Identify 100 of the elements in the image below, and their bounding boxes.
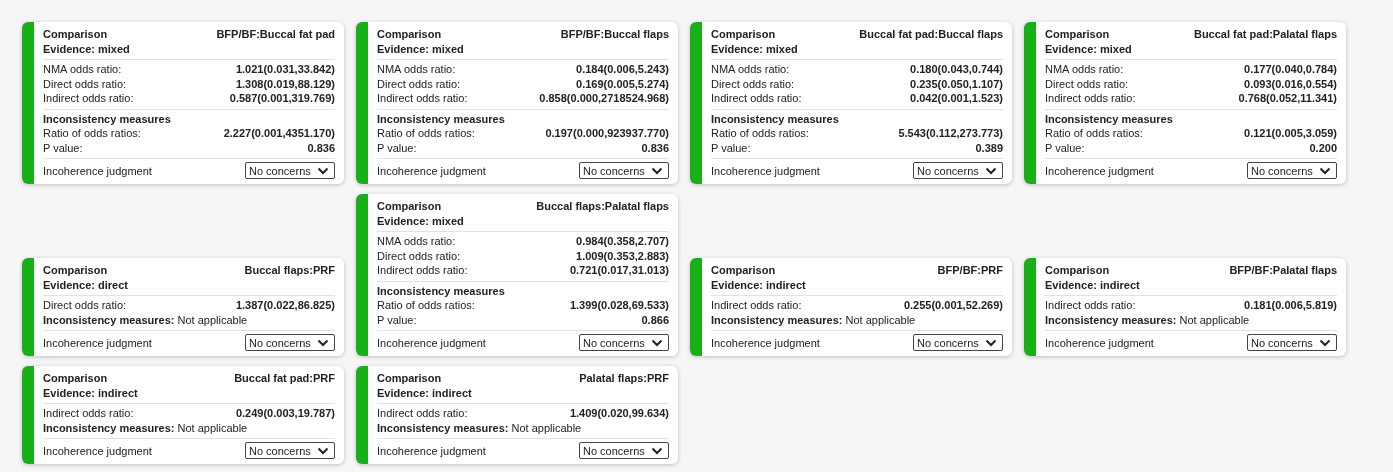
estimate-value: 0.235(0.050,1.107) [910, 76, 1003, 91]
judgment-dropdown[interactable]: No concerns [579, 442, 669, 459]
section-title: Inconsistency measures [1045, 111, 1173, 126]
inconsistency-note: Inconsistency measures: Not applicable [43, 312, 248, 327]
evidence-type: Evidence: mixed [377, 213, 464, 228]
card-heading: Comparison [377, 371, 442, 386]
chevron-down-icon [651, 166, 663, 175]
estimate-label: NMA odds ratio: [711, 62, 790, 77]
comparison-name: Buccal fat pad:PRF [234, 371, 335, 386]
judgment-dropdown[interactable]: No concerns [245, 334, 335, 351]
comparison-name: BFP/BF:Buccal fat pad [216, 27, 335, 42]
card-heading: Comparison [43, 263, 108, 278]
evidence-type: Evidence: indirect [43, 385, 138, 400]
comparison-name: BFP/BF:Buccal flaps [560, 27, 669, 42]
estimate-value: 0.181(0.006,5.819) [1244, 298, 1337, 313]
measure-label: Ratio of odds ratios: [377, 298, 475, 313]
judgment-dropdown[interactable]: No concerns [1247, 334, 1337, 351]
card-heading: Comparison [711, 263, 776, 278]
card-heading: Comparison [43, 27, 108, 42]
estimate-value: 0.721(0.017,31.013) [569, 263, 669, 278]
comparison-name: Buccal fat pad:Buccal flaps [859, 27, 1003, 42]
judgment-dropdown[interactable]: No concerns [1247, 162, 1337, 179]
judgment-label: Incoherence judgment [711, 164, 820, 177]
estimate-label: Indirect odds ratio: [377, 91, 468, 106]
chevron-down-icon [317, 338, 329, 347]
estimate-label: Indirect odds ratio: [711, 91, 802, 106]
measure-label: P value: [377, 140, 417, 155]
evidence-type: Evidence: indirect [377, 385, 472, 400]
estimate-value: 0.984(0.358,2.707) [576, 234, 669, 249]
section-title: Inconsistency measures [377, 283, 505, 298]
estimate-label: Direct odds ratio: [377, 76, 461, 91]
estimate-label: Indirect odds ratio: [1045, 298, 1136, 313]
judgment-label: Incoherence judgment [43, 336, 152, 349]
card-heading: Comparison [43, 371, 108, 386]
estimate-label: Direct odds ratio: [43, 76, 127, 91]
measure-value: 0.200 [1309, 140, 1337, 155]
judgment-label: Incoherence judgment [43, 444, 152, 457]
estimate-label: Direct odds ratio: [377, 248, 461, 263]
measure-label: Ratio of odds ratios: [1045, 126, 1143, 141]
judgment-dropdown[interactable]: No concerns [245, 162, 335, 179]
judgment-dropdown[interactable]: No concerns [913, 162, 1003, 179]
comparison-name: BFP/BF:PRF [937, 263, 1003, 278]
evidence-type: Evidence: mixed [1045, 41, 1132, 56]
inconsistency-note: Inconsistency measures: Not applicable [377, 420, 582, 435]
measure-value: 1.399(0.028,69.533) [569, 298, 669, 313]
card-heading: Comparison [377, 199, 442, 214]
measure-label: Ratio of odds ratios: [377, 126, 475, 141]
estimate-label: NMA odds ratio: [43, 62, 122, 77]
comparison-name: BFP/BF:Palatal flaps [1229, 263, 1337, 278]
comparison-name: Buccal flaps:PRF [244, 263, 335, 278]
measure-value: 0.389 [975, 140, 1003, 155]
estimate-value: 1.021(0.031,33.842) [235, 62, 335, 77]
inconsistency-note: Inconsistency measures: Not applicable [711, 312, 916, 327]
comparison-name: Buccal flaps:Palatal flaps [536, 199, 669, 214]
measure-label: P value: [711, 140, 751, 155]
inconsistency-note: Inconsistency measures: Not applicable [43, 420, 248, 435]
estimate-label: Indirect odds ratio: [1045, 91, 1136, 106]
chevron-down-icon [651, 446, 663, 455]
estimate-value: 0.169(0.005,5.274) [576, 76, 669, 91]
section-title: Inconsistency measures [377, 111, 505, 126]
estimate-value: 0.042(0.001,1.523) [910, 91, 1003, 106]
estimate-label: Direct odds ratio: [1045, 76, 1129, 91]
estimate-value: 0.255(0.001,52.269) [903, 298, 1003, 313]
inconsistency-note: Inconsistency measures: Not applicable [1045, 312, 1250, 327]
card-heading: Comparison [1045, 263, 1110, 278]
estimate-value: 0.587(0.001,319.769) [229, 91, 335, 106]
evidence-type: Evidence: indirect [1045, 277, 1140, 292]
estimate-value: 0.184(0.006,5.243) [576, 62, 669, 77]
comparison-name: Palatal flaps:PRF [579, 371, 669, 386]
estimate-value: 1.387(0.022,86.825) [235, 298, 335, 313]
estimate-label: Indirect odds ratio: [711, 298, 802, 313]
measure-label: P value: [377, 312, 417, 327]
section-title: Inconsistency measures [711, 111, 839, 126]
judgment-label: Incoherence judgment [377, 164, 486, 177]
measure-value: 0.836 [307, 140, 335, 155]
estimate-label: NMA odds ratio: [1045, 62, 1124, 77]
judgment-dropdown[interactable]: No concerns [579, 334, 669, 351]
estimate-label: Indirect odds ratio: [43, 91, 134, 106]
chevron-down-icon [985, 338, 997, 347]
evidence-type: Evidence: mixed [377, 41, 464, 56]
chevron-down-icon [985, 166, 997, 175]
measure-value: 0.121(0.005,3.059) [1244, 126, 1337, 141]
judgment-dropdown[interactable]: No concerns [913, 334, 1003, 351]
measure-label: Ratio of odds ratios: [711, 126, 809, 141]
estimate-value: 1.409(0.020,99.634) [569, 406, 669, 421]
chevron-down-icon [317, 166, 329, 175]
estimate-value: 0.249(0.003,19.787) [235, 406, 335, 421]
measure-value: 2.227(0.001,4351.170) [223, 126, 335, 141]
judgment-dropdown[interactable]: No concerns [245, 442, 335, 459]
judgment-label: Incoherence judgment [377, 336, 486, 349]
evidence-type: Evidence: mixed [43, 41, 130, 56]
card-heading: Comparison [377, 27, 442, 42]
estimate-value: 1.308(0.019,88.129) [235, 76, 335, 91]
judgment-label: Incoherence judgment [711, 336, 820, 349]
evidence-type: Evidence: indirect [711, 277, 806, 292]
measure-value: 0.836 [641, 140, 669, 155]
judgment-dropdown[interactable]: No concerns [579, 162, 669, 179]
estimate-label: Indirect odds ratio: [377, 263, 468, 278]
measure-label: Ratio of odds ratios: [43, 126, 141, 141]
judgment-label: Incoherence judgment [43, 164, 152, 177]
